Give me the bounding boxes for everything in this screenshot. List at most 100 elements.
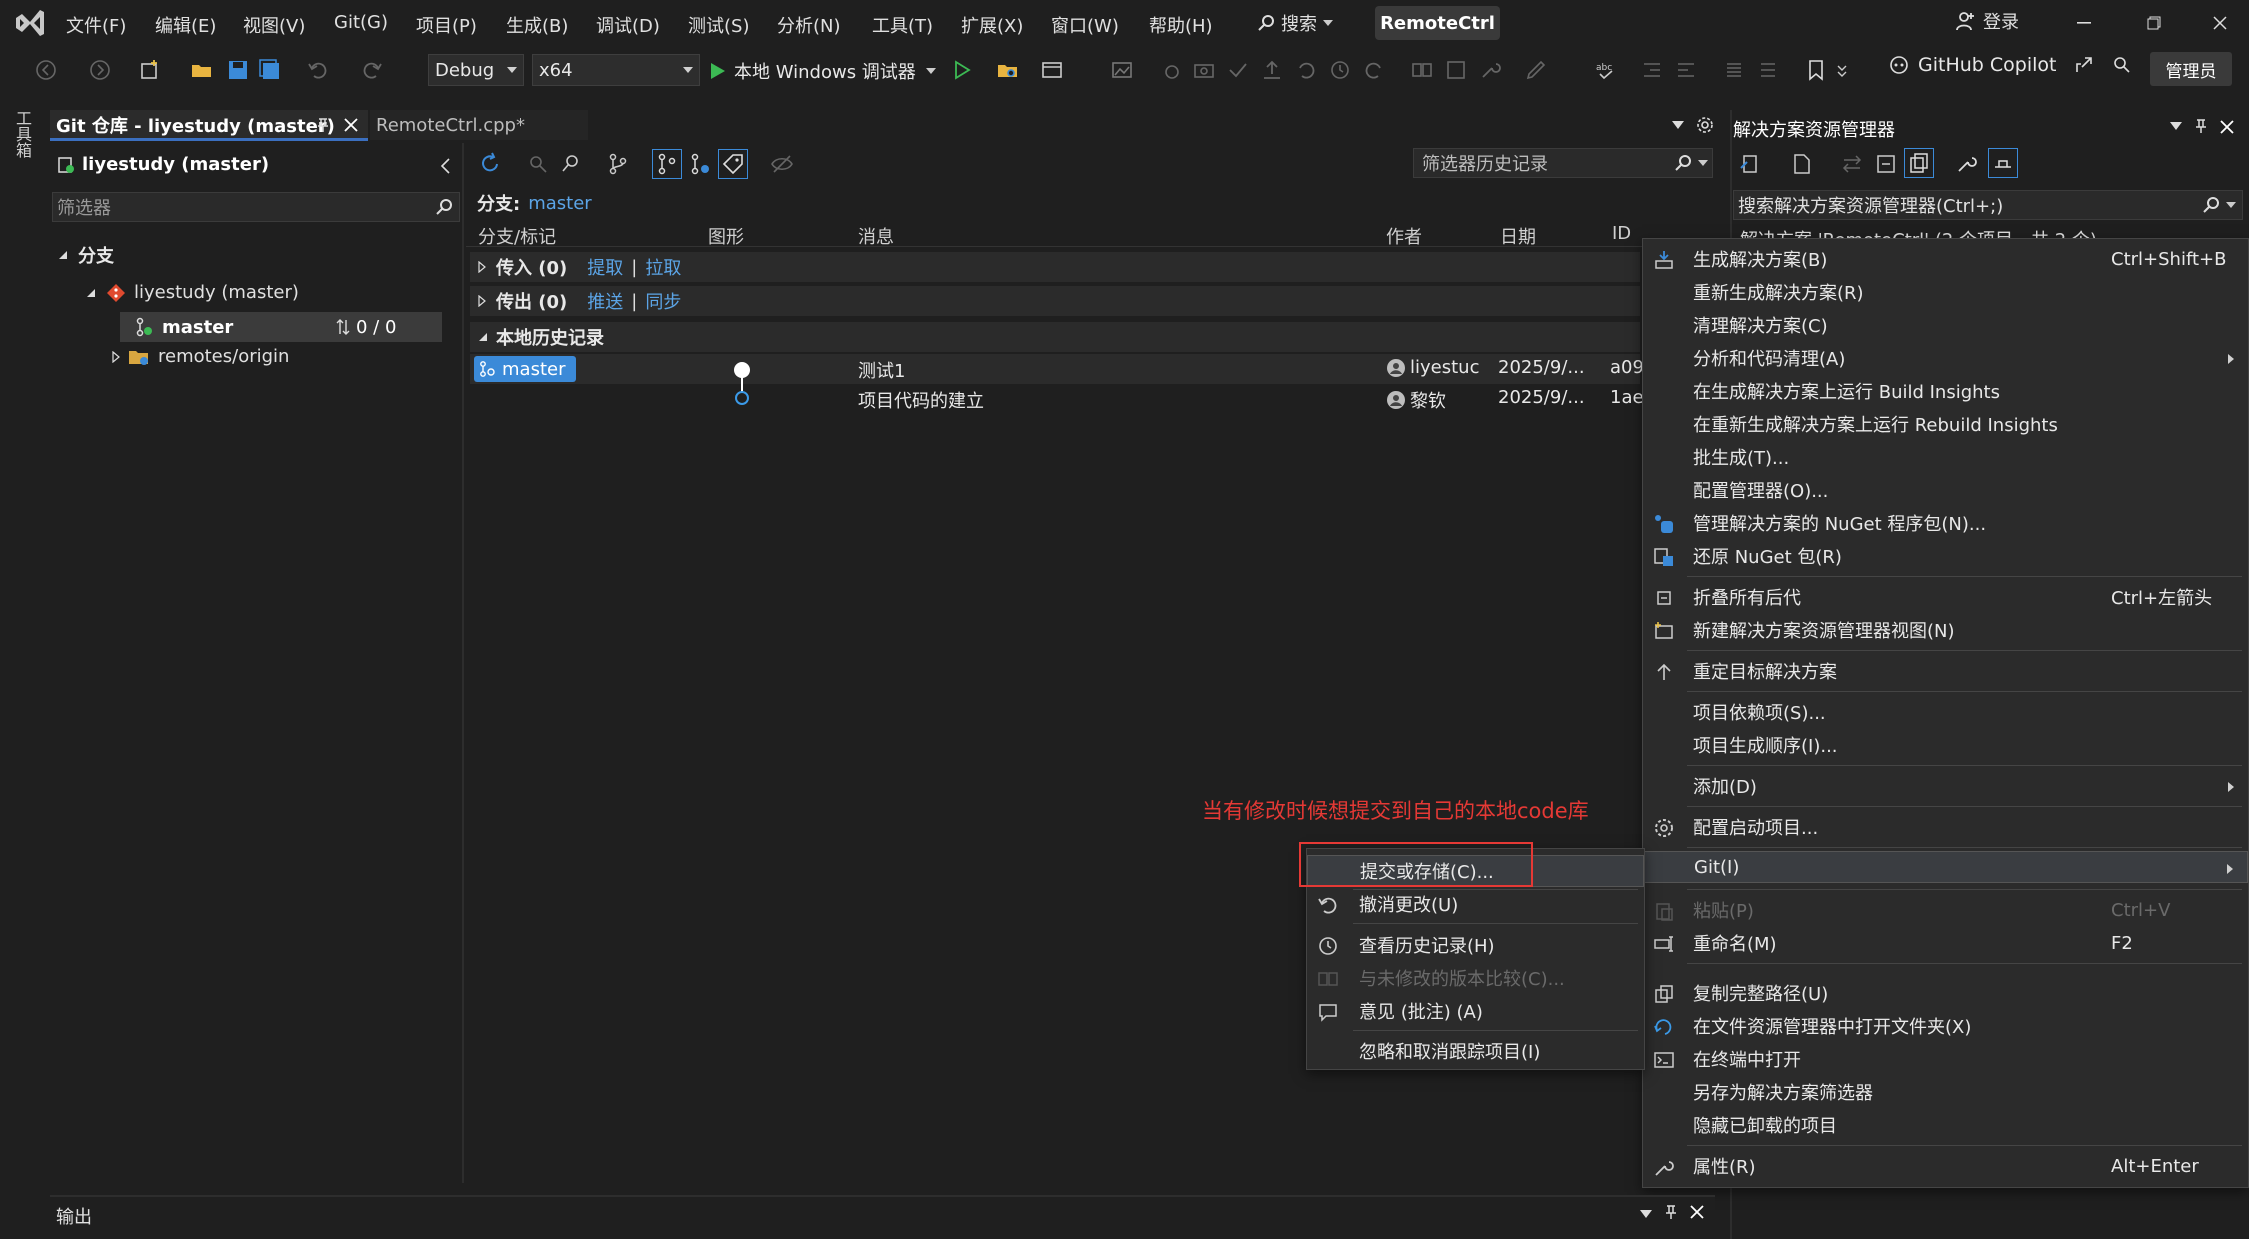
menu-window[interactable]: 窗口(W) bbox=[1051, 12, 1119, 38]
camera-icon[interactable] bbox=[1192, 58, 1216, 82]
show-all-files-icon[interactable] bbox=[1904, 148, 1934, 178]
settings-wrench-icon[interactable] bbox=[1478, 58, 1502, 82]
output-title[interactable]: 输出 bbox=[56, 1203, 92, 1229]
menu-rebuild-solution[interactable]: 重新生成解决方案(R) bbox=[1643, 276, 2248, 308]
local-history-section[interactable]: 本地历史记录 bbox=[470, 322, 1640, 352]
menu-clean-solution[interactable]: 清理解决方案(C) bbox=[1643, 309, 2248, 341]
new-file-icon[interactable] bbox=[1790, 152, 1814, 176]
layout-icon[interactable] bbox=[1040, 58, 1064, 82]
incoming-section[interactable]: 传入 (0) 提取 | 拉取 bbox=[470, 252, 1640, 282]
open-folder-icon[interactable] bbox=[190, 58, 214, 82]
back-icon[interactable] bbox=[34, 58, 58, 82]
menu-debug[interactable]: 调试(D) bbox=[596, 12, 660, 38]
pull-link[interactable]: 拉取 bbox=[645, 254, 681, 280]
menu-save-as-filter[interactable]: 另存为解决方案筛选器 bbox=[1643, 1076, 2248, 1108]
tree-local-repo[interactable]: liyestudy (master) bbox=[86, 282, 299, 303]
menu-tools[interactable]: 工具(T) bbox=[872, 12, 933, 38]
menu-analyze-cleanup[interactable]: 分析和代码清理(A) bbox=[1643, 342, 2248, 374]
menu-properties[interactable]: 属性(R) Alt+Enter bbox=[1643, 1150, 2248, 1182]
github-copilot-button[interactable]: GitHub Copilot bbox=[1888, 54, 2132, 76]
collapse-all-icon[interactable] bbox=[1874, 152, 1898, 176]
history-icon[interactable] bbox=[1328, 58, 1352, 82]
pin-icon[interactable] bbox=[2194, 118, 2208, 134]
forward-icon[interactable] bbox=[88, 58, 112, 82]
menu-open-in-explorer[interactable]: 在文件资源管理器中打开文件夹(X) bbox=[1643, 1010, 2248, 1042]
menu-file[interactable]: 文件(F) bbox=[66, 12, 126, 38]
upload-icon[interactable] bbox=[1260, 58, 1284, 82]
push-link[interactable]: 推送 bbox=[587, 288, 623, 314]
menu-hide-unloaded[interactable]: 隐藏已卸载的项目 bbox=[1643, 1109, 2248, 1141]
menu-undo-changes[interactable]: 撤消更改(U) bbox=[1307, 888, 1644, 920]
configuration-select[interactable]: Debug bbox=[428, 54, 524, 86]
undo-changes-icon[interactable] bbox=[1294, 58, 1318, 82]
outdent-icon[interactable] bbox=[1674, 58, 1698, 82]
spellcheck-icon[interactable]: abc bbox=[1594, 58, 1618, 82]
tab-git-repository[interactable]: Git 仓库 - liyestudy (master) bbox=[50, 110, 368, 140]
show-remote-branches-icon[interactable] bbox=[688, 152, 712, 176]
minimize-icon[interactable] bbox=[2064, 8, 2104, 38]
menu-help[interactable]: 帮助(H) bbox=[1149, 12, 1213, 38]
menu-build-insights[interactable]: 在生成解决方案上运行 Build Insights bbox=[1643, 375, 2248, 407]
pin-icon[interactable] bbox=[1664, 1204, 1678, 1220]
toolbox-tab[interactable]: 工具箱 bbox=[10, 110, 34, 158]
fetch-link[interactable]: 提取 bbox=[587, 254, 623, 280]
menu-build[interactable]: 生成(B) bbox=[506, 12, 568, 38]
properties-wrench-icon[interactable] bbox=[1954, 152, 1978, 176]
menu-project-dependencies[interactable]: 项目依赖项(S)... bbox=[1643, 696, 2248, 728]
start-debugging-button[interactable]: 本地 Windows 调试器 bbox=[710, 58, 936, 84]
merge-icon[interactable] bbox=[1444, 58, 1468, 82]
menu-git[interactable]: Git(G) bbox=[334, 12, 388, 33]
comment-lines-icon[interactable] bbox=[1722, 58, 1746, 82]
menu-batch-build[interactable]: 批生成(T)... bbox=[1643, 441, 2248, 473]
share-icon[interactable] bbox=[2074, 55, 2094, 75]
sync-view-icon[interactable] bbox=[1738, 152, 1762, 176]
chevron-down-icon[interactable] bbox=[1640, 1210, 1652, 1218]
image-icon[interactable] bbox=[1110, 58, 1134, 82]
menu-open-in-terminal[interactable]: 在终端中打开 bbox=[1643, 1043, 2248, 1075]
gear-icon[interactable] bbox=[1696, 116, 1714, 134]
column-header-id[interactable]: ID bbox=[1612, 223, 1631, 244]
signin-button[interactable]: 登录 bbox=[1955, 8, 2019, 34]
commit-row[interactable]: 测试1 liyestuc 2025/9/... a09 bbox=[470, 354, 1644, 384]
uncomment-lines-icon[interactable] bbox=[1756, 58, 1780, 82]
menu-build-solution[interactable]: 生成解决方案(B) Ctrl+Shift+B bbox=[1643, 243, 2248, 275]
branches-heading[interactable]: 分支 bbox=[58, 242, 114, 268]
chevron-left-icon[interactable] bbox=[440, 158, 450, 174]
branch-graph-icon[interactable] bbox=[606, 152, 630, 176]
sync-link[interactable]: 同步 bbox=[645, 288, 681, 314]
indent-icon[interactable] bbox=[1640, 58, 1664, 82]
refresh-icon[interactable] bbox=[478, 152, 502, 176]
breakpoint-icon[interactable] bbox=[1160, 58, 1184, 82]
pen-icon[interactable] bbox=[1524, 58, 1548, 82]
menu-collapse-all[interactable]: 折叠所有后代 Ctrl+左箭头 bbox=[1643, 581, 2248, 613]
menu-manage-nuget[interactable]: 管理解决方案的 NuGet 程序包(N)... bbox=[1643, 507, 2248, 539]
menu-view-history[interactable]: 查看历史记录(H) bbox=[1307, 929, 1644, 961]
menu-project[interactable]: 项目(P) bbox=[416, 12, 477, 38]
commit-row[interactable]: 项目代码的建立 黎钦 2025/9/... 1ae bbox=[470, 384, 1644, 414]
menu-paste[interactable]: 粘贴(P) Ctrl+V bbox=[1643, 894, 2248, 926]
bookmark-icon[interactable] bbox=[1804, 58, 1828, 82]
redo-icon[interactable] bbox=[360, 58, 384, 82]
menu-ignore-untrack[interactable]: 忽略和取消跟踪项目(I) bbox=[1307, 1035, 1644, 1067]
global-search[interactable]: 搜索 bbox=[1257, 9, 1333, 37]
pin-icon[interactable] bbox=[316, 117, 330, 133]
menu-new-explorer-view[interactable]: 新建解决方案资源管理器视图(N) bbox=[1643, 614, 2248, 646]
menu-configure-startup[interactable]: 配置启动项目... bbox=[1643, 811, 2248, 843]
switch-views-icon[interactable] bbox=[1840, 152, 1864, 176]
new-project-icon[interactable] bbox=[138, 58, 162, 82]
menu-git[interactable]: Git(I) bbox=[1643, 851, 2248, 883]
tree-remotes[interactable]: remotes/origin bbox=[112, 346, 289, 367]
outgoing-section[interactable]: 传出 (0) 推送 | 同步 bbox=[470, 286, 1640, 316]
browse-folder-icon[interactable] bbox=[996, 58, 1020, 82]
start-without-debugging-icon[interactable] bbox=[950, 58, 974, 82]
menu-configuration-manager[interactable]: 配置管理器(O)... bbox=[1643, 474, 2248, 506]
close-icon[interactable] bbox=[1690, 1205, 1704, 1219]
save-icon[interactable] bbox=[226, 58, 250, 82]
menu-extensions[interactable]: 扩展(X) bbox=[961, 12, 1023, 38]
overflow-icon[interactable] bbox=[1836, 58, 1860, 82]
menu-view[interactable]: 视图(V) bbox=[243, 12, 305, 38]
tab-overflow-icon[interactable] bbox=[1672, 121, 1684, 129]
menu-restore-nuget[interactable]: 还原 NuGet 包(R) bbox=[1643, 540, 2248, 572]
menu-test[interactable]: 测试(S) bbox=[688, 12, 749, 38]
branch-filter-input[interactable]: 筛选器 bbox=[52, 192, 460, 222]
